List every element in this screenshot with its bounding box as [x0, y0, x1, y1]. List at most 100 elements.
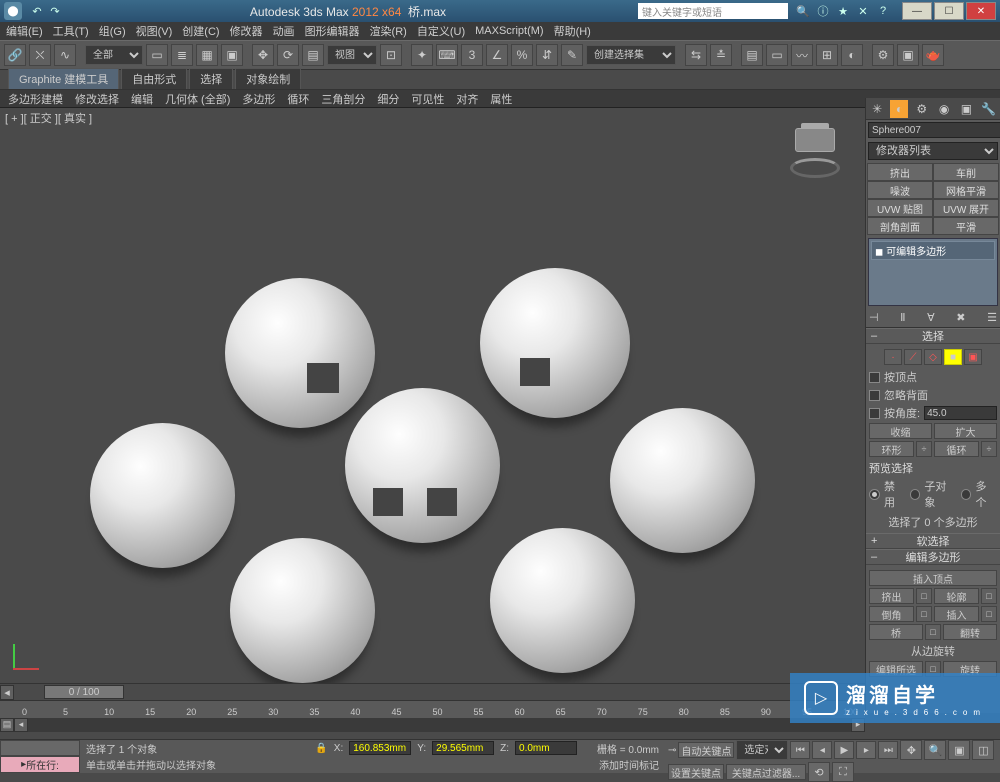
- align-icon[interactable]: ≛: [710, 44, 732, 66]
- coord-x-input[interactable]: 160.853mm: [349, 741, 411, 755]
- inset-button[interactable]: 插入: [934, 606, 979, 622]
- sphere-mesh[interactable]: [345, 388, 500, 543]
- quick-btn[interactable]: UVW 贴图: [867, 199, 933, 217]
- menu-render[interactable]: 渲染(R): [370, 23, 407, 39]
- pin-stack-icon[interactable]: ⊣: [869, 311, 879, 324]
- subobj-element-icon[interactable]: ▣: [964, 349, 982, 365]
- star-icon[interactable]: ★: [834, 3, 852, 19]
- time-slider-left[interactable]: ◂: [0, 685, 14, 700]
- key-target-select[interactable]: 选定对象: [736, 740, 788, 760]
- rollout-selection[interactable]: 选择: [866, 328, 1000, 344]
- flip-button[interactable]: 翻转: [943, 624, 997, 640]
- motion-tab-icon[interactable]: ◉: [935, 100, 953, 118]
- coord-z-input[interactable]: 0.0mm: [515, 741, 577, 755]
- add-time-tag-button[interactable]: 添加时间标记: [599, 757, 659, 772]
- manipulate-icon[interactable]: ✦: [411, 44, 433, 66]
- outline-settings-icon[interactable]: □: [981, 588, 997, 604]
- object-name-input[interactable]: [868, 122, 1000, 138]
- named-sel-set-select[interactable]: 创建选择集: [586, 45, 676, 65]
- by-vertex-checkbox[interactable]: [869, 372, 880, 383]
- viewport[interactable]: [ + ][ 正交 ][ 真实 ]: [0, 108, 865, 683]
- prev-frame-icon[interactable]: ◂: [812, 741, 832, 759]
- menu-graph[interactable]: 图形编辑器: [305, 23, 360, 39]
- ribbon-icon[interactable]: ▭: [766, 44, 788, 66]
- ribbon-sub-item[interactable]: 三角剖分: [321, 91, 365, 107]
- snap-toggle-icon[interactable]: 3: [461, 44, 483, 66]
- infocenter-icon[interactable]: 🔍: [794, 3, 812, 19]
- sphere-mesh[interactable]: [230, 538, 375, 683]
- insert-vertex-button[interactable]: 插入顶点: [869, 570, 997, 586]
- sphere-mesh[interactable]: [225, 278, 375, 428]
- bind-space-icon[interactable]: ∿: [54, 44, 76, 66]
- ribbon-sub-item[interactable]: 多边形建模: [8, 91, 63, 107]
- menu-edit[interactable]: 编辑(E): [6, 23, 43, 39]
- rollout-soft-selection[interactable]: 软选择: [866, 533, 1000, 549]
- menu-modifiers[interactable]: 修改器: [230, 23, 263, 39]
- show-end-icon[interactable]: Ⅱ: [900, 311, 905, 324]
- next-frame-icon[interactable]: ▸: [856, 741, 876, 759]
- subobj-polygon-icon[interactable]: ■: [944, 349, 962, 365]
- bridge-settings-icon[interactable]: □: [925, 624, 941, 640]
- quick-btn[interactable]: 剖角剖面: [867, 217, 933, 235]
- extrude-button[interactable]: 挤出: [869, 588, 914, 604]
- subscription-icon[interactable]: ⓘ: [814, 3, 832, 19]
- quick-btn[interactable]: 网格平滑: [933, 181, 999, 199]
- unlink-icon[interactable]: ⛌: [29, 44, 51, 66]
- modifier-list-select[interactable]: 修改器列表: [868, 142, 998, 160]
- redo-icon[interactable]: ↷: [46, 3, 64, 19]
- by-angle-input[interactable]: [924, 406, 997, 420]
- orbit-icon[interactable]: ⟲: [808, 762, 830, 782]
- rotate-icon[interactable]: ⟳: [277, 44, 299, 66]
- selection-filter-select[interactable]: 全部: [85, 45, 143, 65]
- select-icon[interactable]: ▭: [146, 44, 168, 66]
- rollout-edit-poly[interactable]: 编辑多边形: [866, 549, 1000, 565]
- scale-icon[interactable]: ▤: [302, 44, 324, 66]
- by-angle-checkbox[interactable]: [869, 408, 880, 419]
- exchange-icon[interactable]: ✕: [854, 3, 872, 19]
- unique-icon[interactable]: ∀: [927, 311, 935, 324]
- ribbon-tab-select[interactable]: 选择: [189, 68, 233, 89]
- ribbon-sub-item[interactable]: 几何体 (全部): [165, 91, 230, 107]
- maximize-button[interactable]: ☐: [934, 2, 964, 20]
- edit-named-sel-icon[interactable]: ✎: [561, 44, 583, 66]
- menu-script[interactable]: MAXScript(M): [475, 25, 543, 37]
- mirror-icon[interactable]: ⇆: [685, 44, 707, 66]
- bridge-button[interactable]: 桥: [869, 624, 923, 640]
- close-button[interactable]: ✕: [966, 2, 996, 20]
- quick-btn[interactable]: 平滑: [933, 217, 999, 235]
- quick-btn[interactable]: UVW 展开: [933, 199, 999, 217]
- menu-anim[interactable]: 动画: [273, 23, 295, 39]
- bevel-button[interactable]: 倒角: [869, 606, 914, 622]
- extrude-settings-icon[interactable]: □: [916, 588, 932, 604]
- percent-snap-icon[interactable]: %: [511, 44, 533, 66]
- select-region-icon[interactable]: ▦: [196, 44, 218, 66]
- schematic-icon[interactable]: ⊞: [816, 44, 838, 66]
- ribbon-tab-freeform[interactable]: 自由形式: [121, 68, 187, 89]
- ring-spinner[interactable]: ÷: [916, 441, 932, 457]
- render-frame-icon[interactable]: ▣: [897, 44, 919, 66]
- render-icon[interactable]: 🫖: [922, 44, 944, 66]
- utilities-tab-icon[interactable]: 🔧: [980, 100, 998, 118]
- outline-button[interactable]: 轮廓: [934, 588, 979, 604]
- sphere-mesh[interactable]: [480, 268, 630, 418]
- menu-tools[interactable]: 工具(T): [53, 23, 89, 39]
- menu-view[interactable]: 视图(V): [136, 23, 173, 39]
- sphere-mesh[interactable]: [610, 408, 755, 553]
- preview-subobj-radio[interactable]: [910, 489, 921, 500]
- preview-multi-radio[interactable]: [961, 489, 972, 500]
- modifier-stack[interactable]: ◼ 可编辑多边形: [868, 238, 998, 306]
- loop-spinner[interactable]: ÷: [981, 441, 997, 457]
- move-icon[interactable]: ✥: [252, 44, 274, 66]
- fov-icon[interactable]: ◫: [972, 740, 994, 760]
- inset-settings-icon[interactable]: □: [981, 606, 997, 622]
- menu-custom[interactable]: 自定义(U): [417, 23, 465, 39]
- ribbon-sub-item[interactable]: 循环: [287, 91, 309, 107]
- ribbon-sub-item[interactable]: 属性: [490, 91, 512, 107]
- select-name-icon[interactable]: ≣: [171, 44, 193, 66]
- script-mini-listener[interactable]: [0, 740, 80, 756]
- quick-btn[interactable]: 挤出: [867, 163, 933, 181]
- zoom-icon[interactable]: 🔍: [924, 740, 946, 760]
- ribbon-tab-graphite[interactable]: Graphite 建模工具: [8, 68, 119, 89]
- time-slider-handle[interactable]: 0 / 100: [44, 685, 124, 699]
- undo-icon[interactable]: ↶: [28, 3, 46, 19]
